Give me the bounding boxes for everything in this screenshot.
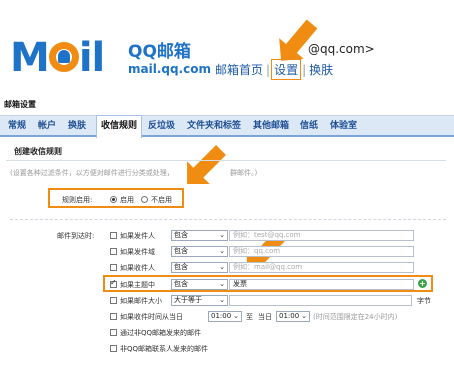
checkbox-subject[interactable] — [110, 278, 117, 288]
pointer-arrow-icon — [192, 145, 226, 179]
size-unit: 字节 — [417, 297, 431, 305]
chevron-down-icon: ⌄ — [219, 247, 225, 255]
section-description: (设置各种过滤条件，以方便对邮件进行分类或处理， — [10, 169, 174, 177]
checkbox-non-qq-contact[interactable] — [110, 345, 117, 352]
select-recipient-op[interactable]: 包含 ⌄ — [171, 262, 228, 273]
checkbox-subject-label[interactable]: 如果主题中 — [120, 280, 155, 290]
chevron-down-icon: ⌄ — [219, 296, 225, 304]
select-sender-op[interactable]: 包含 ⌄ — [171, 230, 228, 241]
checkbox-sender-domain[interactable] — [110, 248, 117, 255]
time-to-label: 至 — [246, 313, 253, 321]
tab-folders-labels[interactable]: 文件夹和标签 — [187, 116, 241, 136]
radio-disable[interactable] — [141, 196, 148, 203]
rule-enable-label: 规则启用: — [62, 196, 93, 204]
checkbox-time-label[interactable]: 如果收件时间从当日 — [120, 312, 183, 322]
logo-domain: mail.qq.com — [128, 62, 211, 76]
checkbox-size[interactable] — [110, 297, 117, 304]
logo-title: QQ邮箱 — [128, 42, 191, 62]
tab-general[interactable]: 常规 — [8, 116, 26, 136]
chevron-down-icon: ⌄ — [219, 231, 225, 239]
checkbox-non-qq-contact-label[interactable]: 非QQ邮箱联系人发来的邮件 — [120, 344, 208, 354]
input-size[interactable] — [229, 295, 412, 306]
settings-tabbar: 常规 帐户 换肤 收信规则 反垃圾 文件夹和标签 其他邮箱 信纸 体验室 — [0, 115, 454, 138]
radio-enable[interactable] — [110, 196, 117, 203]
select-domain-op[interactable]: 包含 ⌄ — [171, 246, 228, 257]
checkbox-non-qq-sender[interactable] — [110, 329, 117, 336]
add-condition-icon[interactable]: + — [418, 279, 427, 288]
checkbox-sender-label[interactable]: 如果发件人 — [120, 231, 155, 241]
checkbox-sender[interactable] — [110, 232, 117, 239]
chevron-down-icon: ⌄ — [219, 280, 225, 288]
select-time-from[interactable]: 01:00 ⌄ — [208, 311, 242, 322]
checkbox-time[interactable] — [110, 313, 117, 320]
select-size-op[interactable]: 大于等于 ⌄ — [171, 295, 228, 306]
time-hint: (时间范围限定在24小时内) — [313, 313, 398, 321]
tab-skin[interactable]: 换肤 — [68, 116, 86, 136]
section-title: 创建收信规则 — [14, 147, 62, 156]
chevron-down-icon: ⌄ — [301, 312, 307, 320]
tab-receive-rules[interactable]: 收信规则 — [96, 115, 143, 138]
chevron-down-icon: ⌄ — [219, 263, 225, 271]
link-separator: | — [266, 63, 271, 77]
checkbox-recipient-label[interactable]: 如果收件人 — [120, 263, 155, 273]
divider — [10, 219, 446, 220]
bell-logo-icon — [48, 42, 79, 76]
checkbox-non-qq-sender-label[interactable]: 通过非QQ邮箱发来的邮件 — [120, 328, 201, 338]
account-address[interactable]: @qq.com> — [308, 42, 375, 56]
link-skin[interactable]: 换肤 — [309, 61, 333, 78]
checkbox-recipient[interactable] — [110, 264, 117, 271]
radio-disable-label[interactable]: 不启用 — [151, 195, 172, 205]
page-title: 邮箱设置 — [4, 100, 36, 109]
select-subject-op[interactable]: 包含 ⌄ — [171, 279, 228, 290]
section-description-tail: 群邮件。) — [230, 169, 258, 177]
tab-lab[interactable]: 体验室 — [330, 116, 357, 136]
radio-enable-label[interactable]: 启用 — [120, 195, 134, 205]
conditions-label: 邮件到达时: — [57, 232, 95, 240]
link-separator: | — [302, 63, 307, 77]
select-time-to[interactable]: 01:00 ⌄ — [276, 311, 310, 322]
divider — [6, 160, 446, 161]
checkbox-size-label[interactable]: 如果邮件大小 — [120, 296, 162, 306]
tab-other-mailbox[interactable]: 其他邮箱 — [253, 116, 289, 136]
time-to-prefix: 当日 — [258, 313, 272, 321]
link-mail-home[interactable]: 邮箱首页 — [215, 61, 263, 78]
tab-anti-spam[interactable]: 反垃圾 — [148, 116, 175, 136]
checkbox-sender-domain-label[interactable]: 如果发件域 — [120, 247, 155, 257]
input-sender-domain[interactable]: 例如：qq.com — [229, 246, 414, 257]
input-sender[interactable]: 例如：test@qq.com — [229, 230, 414, 241]
input-recipient[interactable]: 例如：mail@qq.com — [229, 262, 414, 273]
chevron-down-icon: ⌄ — [233, 312, 239, 320]
qq-mail-logo[interactable]: Mil QQ邮箱 mail.qq.com — [10, 35, 211, 84]
input-subject[interactable]: 发票 — [229, 279, 414, 290]
tab-stationery[interactable]: 信纸 — [300, 116, 318, 136]
mail-logo-mark: Mil — [10, 35, 105, 81]
top-links: 邮箱首页 | 设置 | 换肤 — [215, 59, 333, 80]
tab-account[interactable]: 帐户 — [38, 116, 56, 136]
